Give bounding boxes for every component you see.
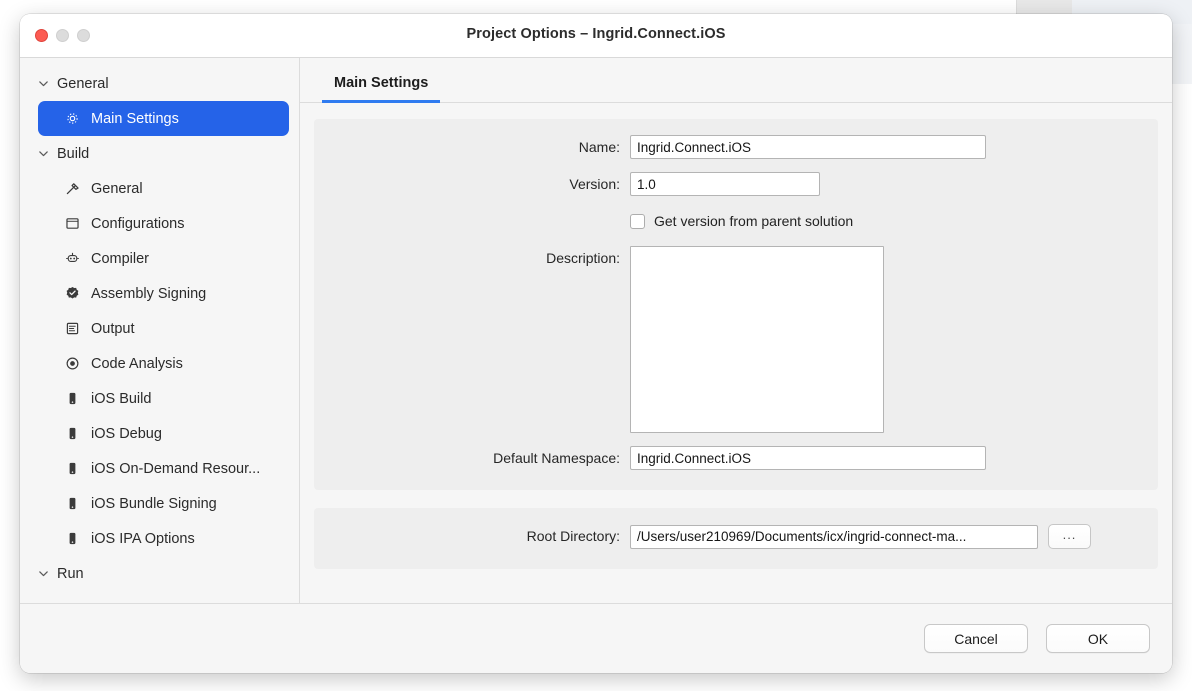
parent-version-row: Get version from parent solution (338, 209, 1134, 233)
location-panel: Root Directory: /Users/user210969/Docume… (314, 508, 1158, 569)
description-label: Description: (546, 250, 620, 266)
description-field-row: Description: (338, 246, 1134, 433)
document-lines-icon (66, 322, 79, 335)
cancel-button[interactable]: Cancel (924, 624, 1028, 653)
sidebar-item-ios-debug[interactable]: iOS Debug (38, 416, 289, 451)
ok-button[interactable]: OK (1046, 624, 1150, 653)
phone-icon (69, 392, 76, 405)
version-label: Version: (569, 176, 620, 192)
phone-icon (69, 462, 76, 475)
chevron-down-icon (39, 81, 48, 87)
sidebar-item-output[interactable]: Output (38, 311, 289, 346)
sidebar-item-label: Code Analysis (91, 355, 183, 372)
chevron-down-icon (39, 571, 48, 577)
window-title: Project Options – Ingrid.Connect.iOS (466, 26, 726, 42)
dialog-body: General Main Settings Build General Conf… (20, 58, 1172, 603)
sidebar-item-build-general[interactable]: General (38, 171, 289, 206)
version-field-row: Version: (338, 172, 1134, 196)
sidebar-item-label: iOS Bundle Signing (91, 495, 217, 512)
root-directory-input[interactable]: /Users/user210969/Documents/icx/ingrid-c… (630, 524, 1038, 549)
sidebar-item-label: Output (91, 320, 135, 337)
name-input[interactable] (630, 135, 986, 159)
settings-scroll-area: Name: Version: (300, 103, 1172, 603)
hammer-icon (66, 183, 79, 195)
radio-target-icon (66, 357, 79, 370)
sidebar-item-label: Compiler (91, 250, 150, 267)
sidebar-item-label: Main Settings (91, 110, 179, 127)
tab-main-settings[interactable]: Main Settings (322, 75, 441, 103)
root-directory-row: Root Directory: /Users/user210969/Docume… (338, 524, 1134, 549)
sidebar-item-label: Configurations (91, 215, 185, 232)
get-version-from-parent-checkbox[interactable]: Get version from parent solution (630, 209, 853, 233)
phone-icon (69, 427, 76, 440)
sidebar-group-label: Build (57, 145, 90, 162)
tab-label: Main Settings (334, 75, 429, 91)
phone-icon (69, 532, 76, 545)
settings-sidebar[interactable]: General Main Settings Build General Conf… (20, 58, 300, 603)
tab-bar: Main Settings (300, 58, 1172, 103)
seal-badge-icon (66, 286, 79, 299)
phone-icon (69, 497, 76, 510)
sidebar-item-label: iOS IPA Options (91, 530, 195, 547)
sidebar-group-label: Run (57, 565, 84, 582)
sidebar-item-configurations[interactable]: Configurations (38, 206, 289, 241)
default-namespace-label: Default Namespace: (493, 450, 620, 466)
sidebar-item-ios-ipa-options[interactable]: iOS IPA Options (38, 521, 289, 556)
browse-root-directory-button[interactable]: ... (1048, 524, 1091, 549)
sidebar-item-label: Assembly Signing (91, 285, 207, 302)
square-icon (66, 218, 79, 229)
sidebar-item-ios-on-demand-resources[interactable]: iOS On-Demand Resour... (38, 451, 289, 486)
chevron-down-icon (39, 151, 48, 157)
dialog-footer: Cancel OK (20, 603, 1172, 673)
checkbox-label: Get version from parent solution (654, 213, 854, 229)
sidebar-group-build[interactable]: Build (20, 136, 299, 171)
general-settings-panel: Name: Version: (314, 119, 1158, 490)
sidebar-item-label: iOS On-Demand Resour... (91, 460, 261, 477)
description-textarea[interactable] (630, 246, 884, 433)
sidebar-group-general[interactable]: General (20, 66, 299, 101)
settings-content: Main Settings Name: Version: (300, 58, 1172, 603)
compiler-icon (66, 252, 79, 263)
sidebar-group-run[interactable]: Run (20, 556, 299, 591)
project-options-dialog: Project Options – Ingrid.Connect.iOS Gen… (20, 14, 1172, 673)
name-field-row: Name: (338, 135, 1134, 159)
root-directory-label: Root Directory: (526, 528, 620, 544)
sidebar-item-label: iOS Build (91, 390, 152, 407)
sidebar-item-label: iOS Debug (91, 425, 162, 442)
sidebar-item-ios-bundle-signing[interactable]: iOS Bundle Signing (38, 486, 289, 521)
sidebar-group-label: General (57, 75, 109, 92)
name-label: Name: (578, 139, 620, 155)
title-bar: Project Options – Ingrid.Connect.iOS (20, 14, 1172, 58)
sidebar-item-compiler[interactable]: Compiler (38, 241, 289, 276)
gear-icon (67, 113, 78, 124)
sidebar-item-ios-build[interactable]: iOS Build (38, 381, 289, 416)
default-namespace-input[interactable] (630, 446, 986, 470)
sidebar-item-code-analysis[interactable]: Code Analysis (38, 346, 289, 381)
namespace-field-row: Default Namespace: (338, 446, 1134, 470)
sidebar-item-main-settings[interactable]: Main Settings (38, 101, 289, 136)
sidebar-item-assembly-signing[interactable]: Assembly Signing (38, 276, 289, 311)
sidebar-item-label: General (91, 180, 143, 197)
version-input[interactable] (630, 172, 820, 196)
checkbox-box-icon (630, 213, 645, 229)
